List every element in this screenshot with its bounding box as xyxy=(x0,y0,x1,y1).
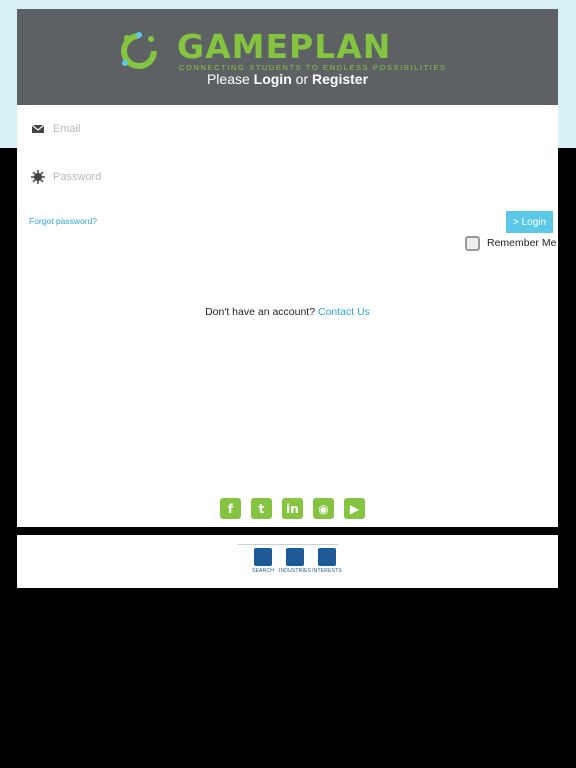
remember-label: Remember Me xyxy=(487,237,557,249)
header-banner: GAMEPLAN CONNECTING STUDENTS TO ENDLESS … xyxy=(17,9,558,105)
gameplan-logo: GAMEPLAN CONNECTING STUDENTS TO ENDLESS … xyxy=(117,27,457,72)
instagram-icon[interactable]: ◉ xyxy=(313,498,334,519)
footer-divider xyxy=(238,544,338,545)
social-icons: f t in ◉ ▶ xyxy=(220,498,365,519)
remember-me[interactable]: Remember Me xyxy=(465,235,556,251)
email-field xyxy=(17,107,558,151)
person-icon xyxy=(318,548,336,566)
login-register-prompt: Please Login or Register xyxy=(17,71,558,87)
prompt-or: or xyxy=(291,71,312,87)
wrench-icon xyxy=(254,548,272,566)
twitter-icon[interactable]: t xyxy=(251,498,272,519)
signup-prompt: Don't have an account? Contact Us xyxy=(17,306,558,318)
prompt-text: Please xyxy=(206,71,254,87)
login-link[interactable]: Login xyxy=(254,71,292,87)
password-field xyxy=(17,155,558,199)
asterisk-icon xyxy=(31,170,45,184)
login-button[interactable]: > Login xyxy=(506,211,553,233)
contact-us-link[interactable]: Contact Us xyxy=(318,306,370,318)
email-input[interactable] xyxy=(53,115,533,143)
register-link[interactable]: Register xyxy=(312,71,368,87)
footer-nav: SEARCH INDUSTRIES INTERESTS xyxy=(17,535,558,588)
nav-label: INTERESTS xyxy=(312,568,342,574)
facebook-icon[interactable]: f xyxy=(220,498,241,519)
envelope-icon xyxy=(31,124,45,133)
remember-checkbox[interactable] xyxy=(465,235,480,251)
forgot-password-link[interactable]: Forgot password? xyxy=(29,216,97,226)
youtube-icon[interactable]: ▶ xyxy=(344,498,365,519)
logo-mark-icon xyxy=(121,32,157,69)
password-input[interactable] xyxy=(53,163,533,191)
login-card: GAMEPLAN CONNECTING STUDENTS TO ENDLESS … xyxy=(17,9,558,527)
logo-text: GAMEPLAN xyxy=(177,27,392,66)
signup-text: Don't have an account? xyxy=(205,306,318,318)
nav-interests[interactable]: INTERESTS xyxy=(307,548,347,574)
linkedin-icon[interactable]: in xyxy=(282,498,303,519)
industry-icon xyxy=(286,548,304,566)
